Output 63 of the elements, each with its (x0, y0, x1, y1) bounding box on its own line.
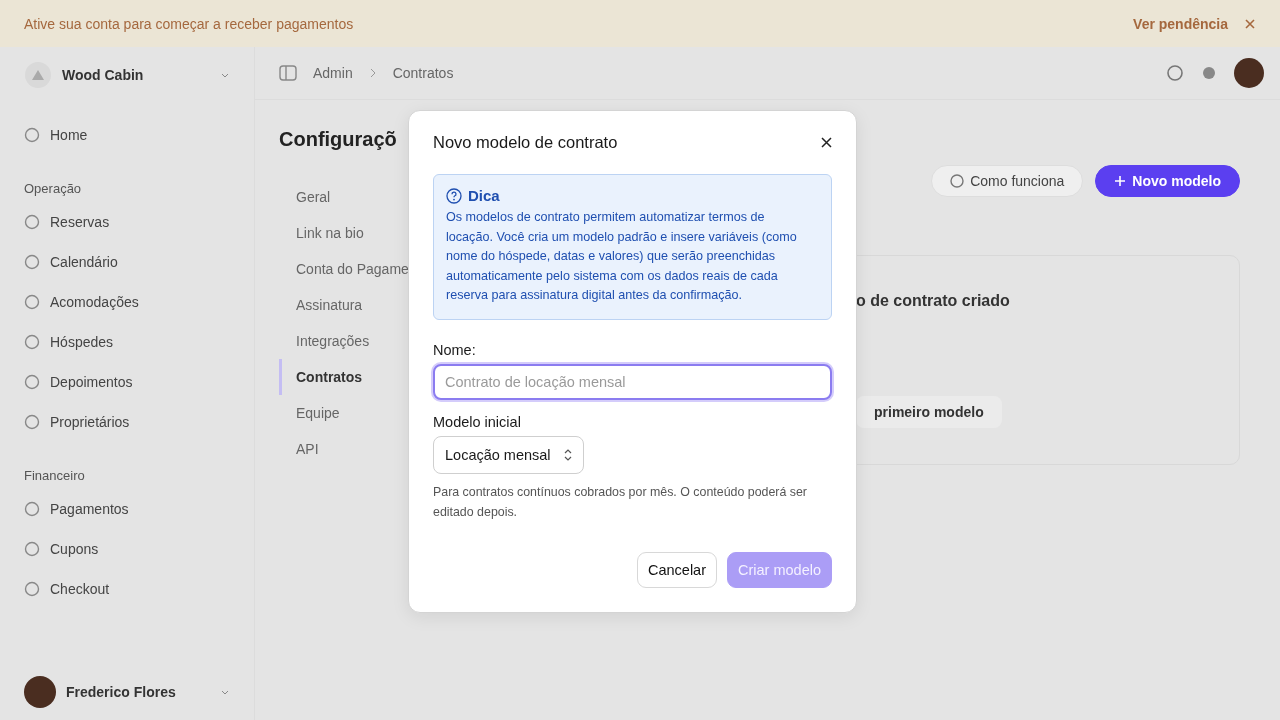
how-it-works-button[interactable]: Como funciona (931, 165, 1084, 197)
section-heading: Financeiro (24, 468, 86, 483)
tip-title: Dica (468, 187, 500, 204)
circle-icon (24, 334, 40, 350)
chevron-icon (220, 71, 230, 79)
circle-icon (24, 374, 40, 390)
sidebar-item[interactable]: Acomodações (24, 282, 230, 322)
tip-text: Os modelos de contrato permitem automatizar termos de locação. Você cria um modelo padrão e insere variáveis (como nome do hóspede, datas e valores) que serão preenchidas automaticamente pelo sistema com os dados reais de cada reserva para assinatura digital antes da confirmação. (446, 209, 798, 304)
sidebar-toggle-icon (279, 64, 297, 82)
sidebar-item[interactable]: Pagamentos (24, 489, 230, 529)
empty-state-title: o de contrato criado (856, 292, 1011, 310)
sidebar-item[interactable]: Hóspedes (24, 322, 230, 362)
circle-icon (24, 414, 40, 430)
sidebar-item[interactable]: Calendário (24, 242, 230, 282)
new-model-button[interactable]: Novo modelo (1095, 165, 1240, 197)
page-title: Configuraçõ (279, 128, 397, 151)
template-select[interactable]: Locação mensal (433, 435, 584, 474)
field-label: Nome: (433, 341, 477, 358)
sidebar-item[interactable]: Home (24, 115, 230, 155)
close-icon[interactable] (821, 137, 832, 148)
workspace-icon (24, 61, 52, 89)
circle-icon (24, 254, 40, 270)
avatar[interactable] (24, 676, 56, 708)
settings-nav-item[interactable]: Link na bio (279, 215, 409, 251)
chevron-icon (220, 688, 230, 696)
user-name: Frederico Flores (66, 684, 177, 700)
circle-icon (24, 581, 40, 597)
section-heading: Operação (24, 181, 83, 196)
circle-icon (24, 214, 40, 230)
avatar[interactable] (1234, 58, 1264, 88)
circle-icon (24, 294, 40, 310)
circle-icon (1166, 64, 1184, 82)
settings-nav-item[interactable]: Equipe (279, 395, 409, 431)
circle-icon (24, 127, 40, 143)
circle-icon (24, 541, 40, 557)
banner-message: Ative sua conta para começar a receber pagamentos (24, 15, 355, 32)
help-icon (446, 187, 462, 204)
sidebar-item[interactable]: Cupons (24, 529, 230, 569)
help-text: Para contratos contínuos cobrados por mês. O conteúdo poderá ser editado depois. (433, 483, 808, 521)
settings-nav-item[interactable]: API (279, 431, 409, 467)
settings-nav-item[interactable]: Assinatura (279, 287, 409, 323)
plus-icon (1114, 175, 1127, 187)
sidebar-item[interactable]: Checkout (24, 569, 230, 609)
dot-icon (1200, 64, 1218, 82)
banner-link[interactable]: Ver pendência (1133, 15, 1228, 32)
settings-nav-item[interactable]: Integrações (279, 323, 409, 359)
breadcrumb-item[interactable]: Contratos (392, 65, 454, 81)
workspace-name[interactable]: Wood Cabin (62, 67, 210, 83)
chevron-icon (368, 68, 377, 78)
name-input-field[interactable]: Contrato de locação mensal (433, 363, 832, 400)
settings-nav-item[interactable]: Conta do Pagame (279, 251, 409, 287)
create-first-button[interactable]: primeiro modelo (856, 396, 1002, 428)
cancel-button[interactable]: Cancelar (636, 551, 717, 588)
circle-icon (950, 174, 965, 188)
updown-icon (562, 447, 573, 462)
sidebar-item[interactable]: Reservas (24, 202, 230, 242)
sidebar-item[interactable]: Depoimentos (24, 362, 230, 402)
circle-icon (24, 501, 40, 517)
dialog-title: Novo modelo de contrato (433, 133, 618, 152)
settings-nav-item[interactable]: Geral (279, 179, 409, 215)
field-label: Modelo inicial (433, 413, 522, 430)
sidebar-item[interactable]: Proprietários (24, 402, 230, 442)
breadcrumb-item[interactable]: Admin (313, 65, 353, 81)
